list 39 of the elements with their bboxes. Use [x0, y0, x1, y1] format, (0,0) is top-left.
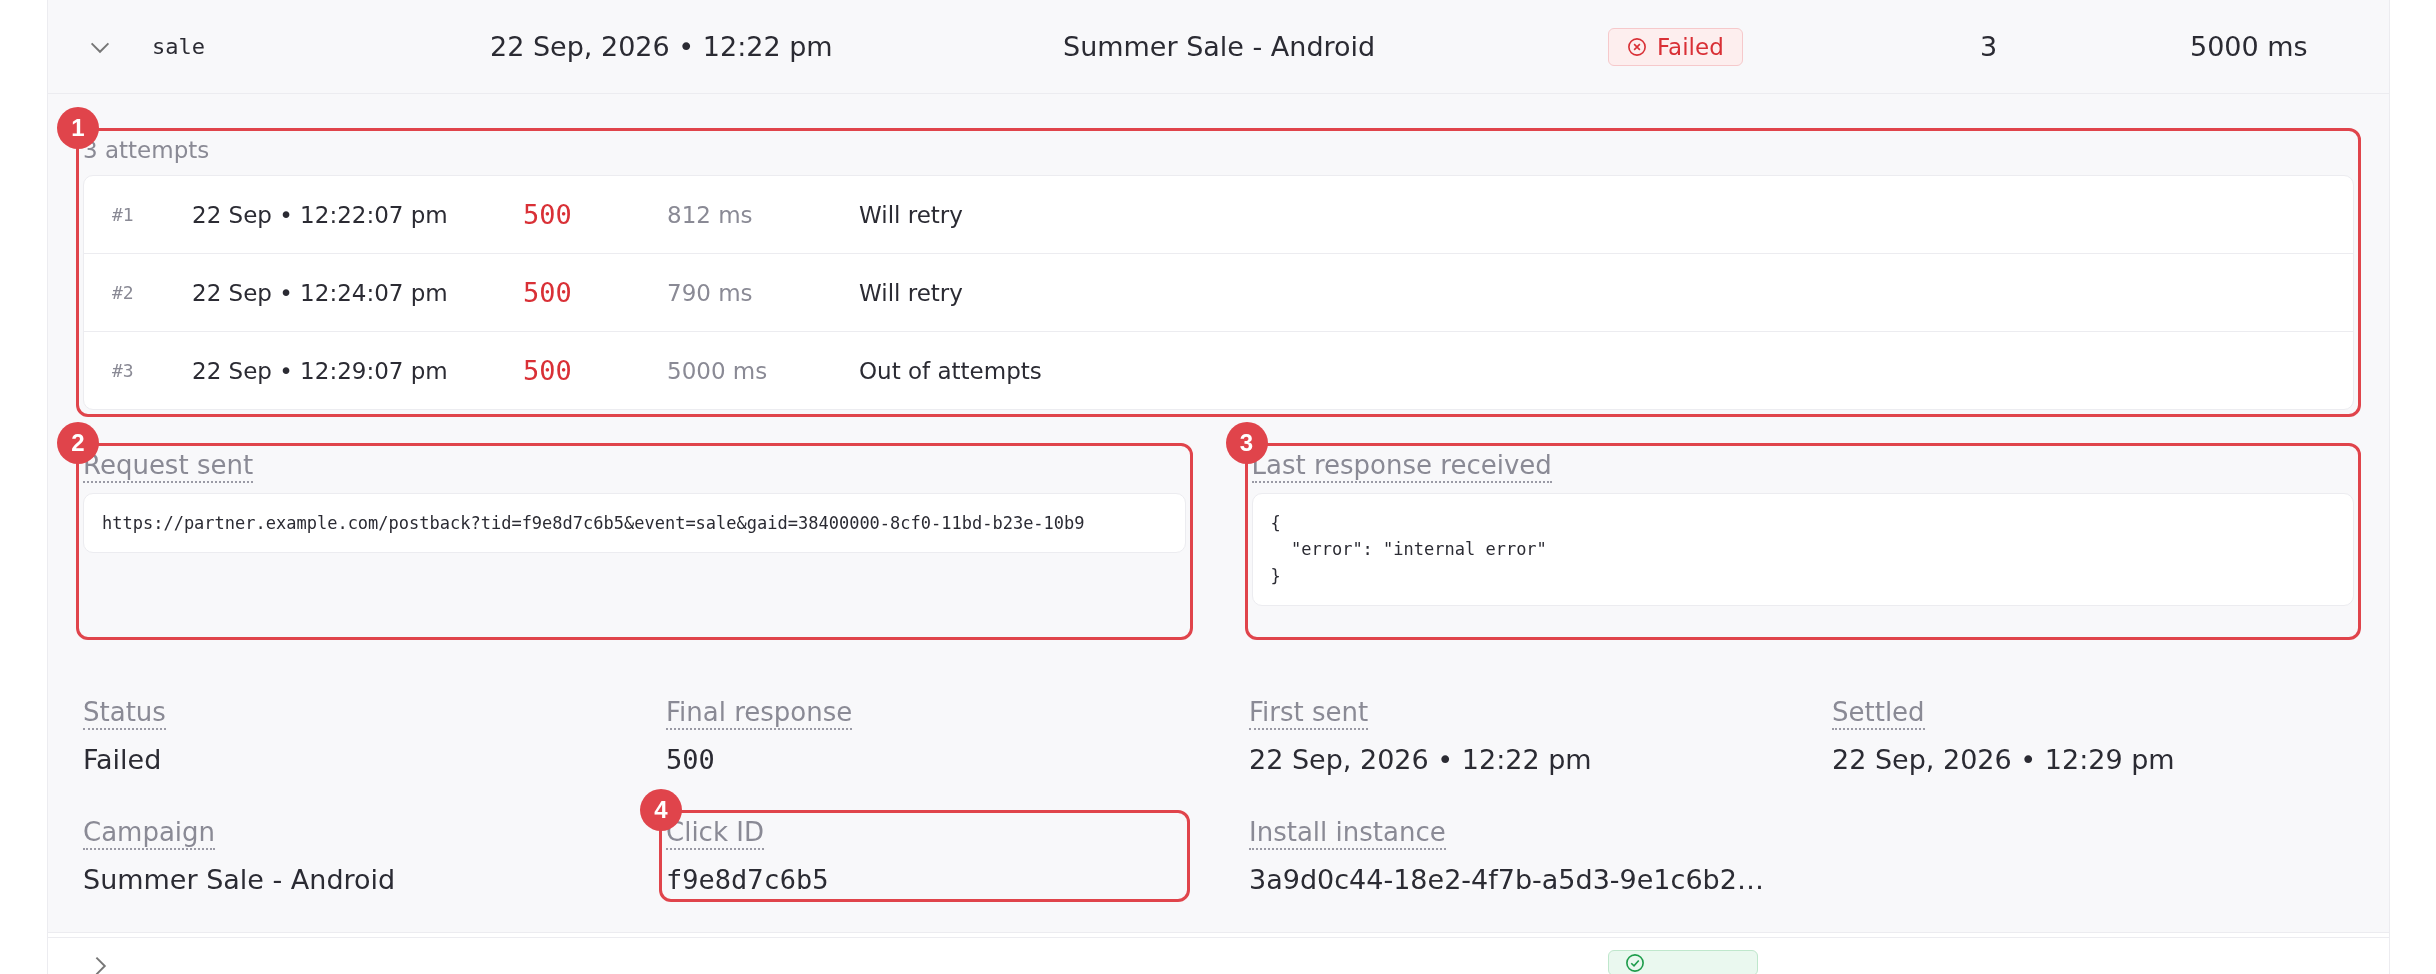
attempt-number: #3 — [112, 360, 135, 381]
attempt-result: Out of attempts — [859, 357, 1043, 384]
table-cell-text: Summer Sale - Android — [1063, 31, 1377, 62]
circle-check-icon — [1625, 953, 1645, 973]
attempt-time: 22 Sep • 12:29:07 pm — [192, 357, 449, 384]
attempt-duration: 790 ms — [667, 279, 754, 306]
request-url: https://partner.example.com/postback?tid=f9e8d7c6b5&event=sale&gaid=38400000-8cf0-11bd-b23e-10b9 — [83, 493, 1186, 554]
field-label: First sent — [1249, 697, 1369, 730]
field-value: 500 — [666, 744, 716, 775]
status-code: 500 — [523, 199, 573, 230]
table-row[interactable]: sale 22 Sep, 2026 • 12:22 pm Summer Sale - Android Failed 3 5000 ms — [48, 0, 2389, 94]
table-cell-text: 22 Sep, 2026 • 12:22 pm — [490, 31, 834, 62]
field-value: Summer Sale - Android — [83, 864, 397, 895]
attempt-duration: 812 ms — [667, 201, 754, 228]
field-value: 22 Sep, 2026 • 12:22 pm — [1249, 744, 1593, 775]
field-label: Status — [83, 697, 166, 730]
event-name: sale — [152, 34, 206, 59]
attempt-result: Will retry — [859, 201, 964, 228]
field-label: Settled — [1832, 697, 1925, 730]
attempt-time: 22 Sep • 12:24:07 pm — [192, 279, 449, 306]
field-label: Campaign — [83, 817, 216, 850]
attempt-number: #2 — [112, 282, 135, 303]
status-label: Failed — [1657, 33, 1724, 60]
attempt-number: #1 — [112, 204, 135, 225]
table-cell-text: 5000 ms — [2190, 31, 2309, 62]
response-body: { "error": "internal error" } — [1251, 493, 2354, 607]
field-value: f9e8d7c6b5 — [666, 864, 830, 895]
attempt-time: 22 Sep • 12:22:07 pm — [192, 201, 449, 228]
field-value: 3a9d0c44-18e2-4f7b-a5d3-9e1c6b2… — [1249, 864, 1765, 895]
attempt-duration: 5000 ms — [667, 357, 769, 384]
status-code: 500 — [523, 277, 573, 308]
attempt-result: Will retry — [859, 279, 964, 306]
field-label: Install instance — [1249, 817, 1446, 850]
field-value: 22 Sep, 2026 • 12:29 pm — [1832, 744, 2176, 775]
status-code: 500 — [523, 355, 573, 386]
field-label: Final response — [666, 697, 853, 730]
field-value: Failed — [83, 744, 163, 775]
table-cell-text: 3 — [1980, 31, 1999, 62]
circle-x-icon — [1627, 36, 1647, 57]
